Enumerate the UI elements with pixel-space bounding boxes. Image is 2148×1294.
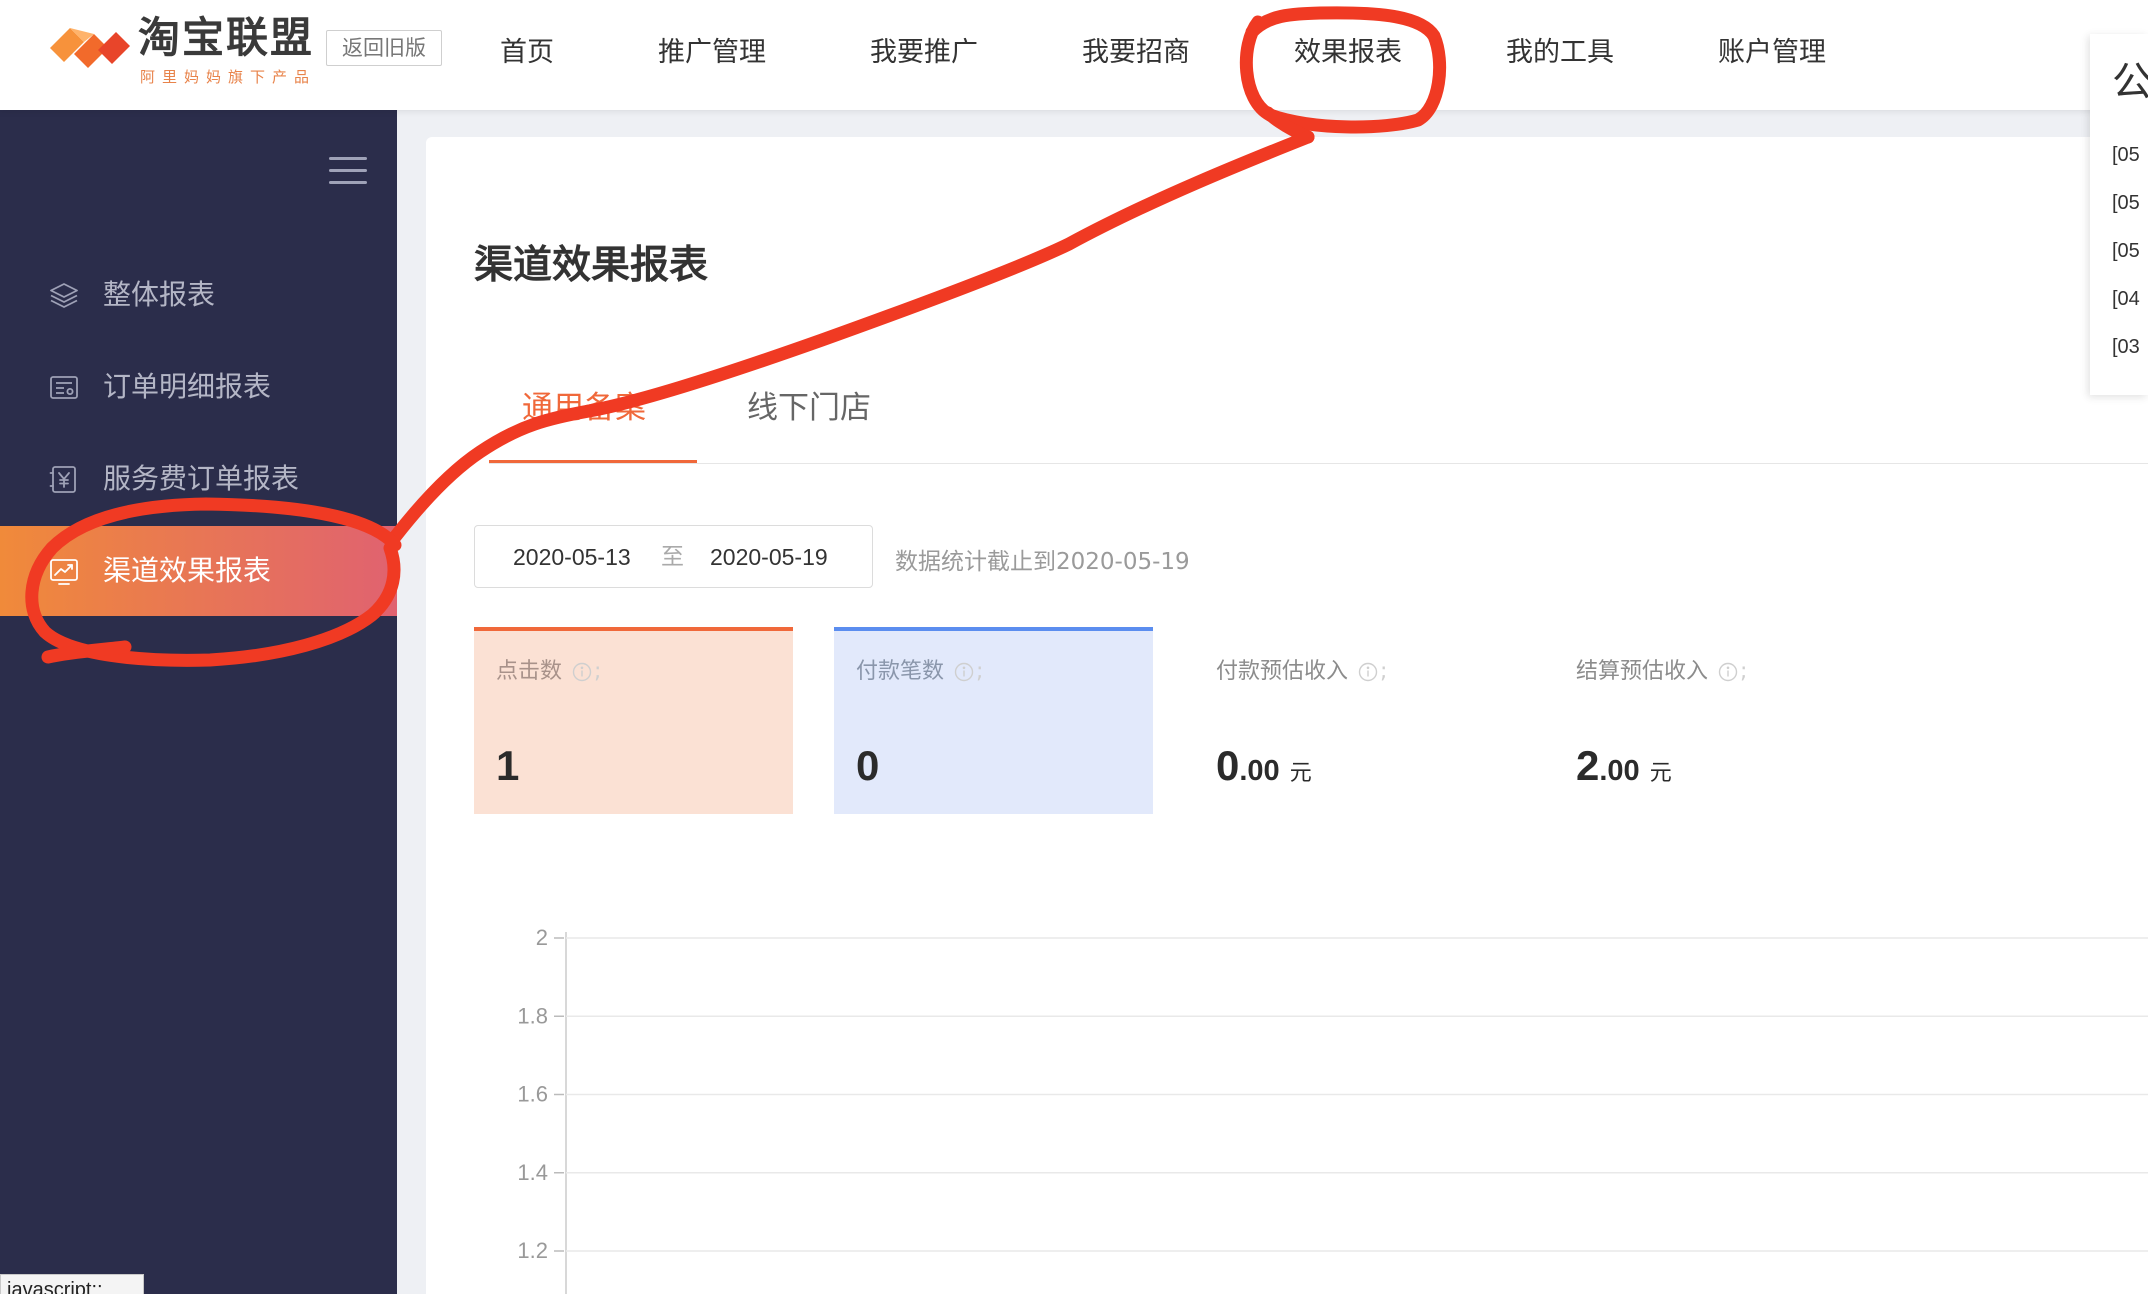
info-icon[interactable] [954, 662, 974, 682]
sidebar-item-overall-report[interactable]: 整体报表 [0, 250, 397, 340]
nav-item-home[interactable]: 首页 [500, 30, 554, 69]
layers-icon [50, 283, 78, 308]
active-tab-indicator [489, 460, 697, 463]
stat-value-integer: 1 [496, 742, 520, 789]
sidebar: 整体报表 订单明细报表 服务费订单报表 渠道效果报表 [0, 110, 397, 1294]
date-range-separator: 至 [661, 544, 684, 570]
stat-value: 1 [496, 741, 519, 801]
date-range-end[interactable]: 2020-05-19 [710, 543, 828, 571]
nav-item-promotion-management[interactable]: 推广管理 [658, 30, 766, 69]
stat-label: 结算预估收入 [1576, 659, 1709, 684]
announcement-item[interactable]: [05 [2112, 237, 2140, 285]
stat-value: 0.00 元 [1216, 741, 1312, 801]
stat-label-row: 付款预估收入 ; [1216, 657, 1387, 687]
announcement-title: 公 [2112, 59, 2148, 105]
logo-title: 淘宝联盟 [138, 13, 315, 62]
stat-value-unit: 元 [1289, 761, 1312, 786]
stat-label-row: 付款笔数 ; [856, 657, 983, 687]
sidebar-item-channel-performance-report[interactable]: 渠道效果报表 [0, 526, 397, 616]
stat-card-payment-count[interactable]: 付款笔数 ; 0 [834, 627, 1153, 814]
yen-receipt-icon [49, 466, 76, 493]
page-title: 渠道效果报表 [474, 243, 709, 288]
y-tick-label: 1.8 [517, 1003, 548, 1028]
taobao-alliance-logo[interactable]: 淘宝联盟 阿里妈妈旗下产品 [48, 14, 320, 86]
sidebar-item-label: 整体报表 [103, 278, 216, 311]
hamburger-menu-icon[interactable] [329, 157, 367, 184]
tab-offline-stores[interactable]: 线下门店 [747, 389, 871, 427]
stat-value-decimal: .00 [1599, 755, 1640, 787]
status-bar-url: javascript:; [7, 1279, 103, 1294]
return-old-version-button[interactable]: 返回旧版 [326, 30, 442, 66]
order-detail-icon [50, 376, 78, 399]
stat-value-decimal: .00 [1239, 755, 1280, 787]
stat-label: 点击数 [496, 659, 563, 684]
announcement-item[interactable]: [03 [2112, 333, 2140, 381]
stat-label-suffix: ; [594, 659, 602, 684]
trend-chart-icon [50, 559, 78, 585]
announcement-item[interactable]: [04 [2112, 285, 2140, 333]
info-icon[interactable] [1718, 662, 1738, 682]
info-icon[interactable] [1358, 662, 1378, 682]
announcement-item[interactable]: [05 [2112, 189, 2140, 237]
nav-item-my-tools[interactable]: 我的工具 [1506, 30, 1614, 69]
stat-value: 2.00 元 [1576, 741, 1672, 801]
stat-label-suffix: ; [976, 659, 984, 684]
nav-item-merchant-recruitment[interactable]: 我要招商 [1082, 30, 1190, 69]
stat-value: 0 [856, 741, 879, 801]
sidebar-item-label: 渠道效果报表 [103, 554, 272, 587]
stat-card-estimated-payment-income[interactable]: 付款预估收入 ; 0.00 元 [1194, 627, 1513, 814]
sidebar-item-label: 订单明细报表 [103, 370, 272, 403]
report-card: 渠道效果报表 通用备案 线下门店 2020-05-13 至 2020-05-19… [426, 137, 2148, 1294]
y-tick-label: 1.4 [517, 1160, 548, 1185]
sidebar-item-label: 服务费订单报表 [103, 462, 300, 495]
top-nav-bar: 淘宝联盟 阿里妈妈旗下产品 返回旧版 首页 推广管理 我要推广 我要招商 效果报… [0, 0, 2148, 110]
stat-value-unit: 元 [1649, 761, 1672, 786]
announcement-item[interactable]: [05 [2112, 141, 2140, 189]
stat-label-suffix: ; [1740, 659, 1748, 684]
stat-label-row: 点击数 ; [496, 657, 601, 687]
y-tick-label: 1.2 [517, 1238, 548, 1263]
stat-label: 付款笔数 [856, 659, 945, 684]
stat-card-estimated-settlement-income[interactable]: 结算预估收入 ; 2.00 元 [1554, 627, 1873, 814]
tab-divider [489, 463, 2148, 464]
sidebar-item-order-detail-report[interactable]: 订单明细报表 [0, 342, 397, 432]
info-icon[interactable] [572, 662, 592, 682]
stat-card-clicks[interactable]: 点击数 ; 1 [474, 627, 793, 814]
y-tick-label: 1.6 [517, 1082, 548, 1107]
announcement-list: [05 [05 [05 [04 [03 [2112, 141, 2140, 381]
main-nav: 首页 推广管理 我要推广 我要招商 效果报表 我的工具 账户管理 [500, 0, 1826, 98]
date-range-picker[interactable]: 2020-05-13 至 2020-05-19 [474, 525, 873, 588]
stat-value-integer: 0 [1216, 742, 1240, 789]
y-tick-label: 2 [536, 925, 548, 950]
stat-label-suffix: ; [1380, 659, 1388, 684]
tab-general-filing[interactable]: 通用备案 [522, 389, 646, 427]
logo-subtitle: 阿里妈妈旗下产品 [140, 68, 317, 86]
trend-chart[interactable]: 2 1.8 1.6 1.4 1.2 [426, 902, 2148, 1294]
date-range-start[interactable]: 2020-05-13 [513, 543, 631, 571]
stat-label-row: 结算预估收入 ; [1576, 657, 1747, 687]
annotation-connector [1261, 106, 1315, 144]
sidebar-item-service-fee-order-report[interactable]: 服务费订单报表 [0, 434, 397, 524]
nav-item-account-management[interactable]: 账户管理 [1718, 30, 1826, 69]
nav-item-promote[interactable]: 我要推广 [870, 30, 978, 69]
stat-value-integer: 2 [1576, 742, 1600, 789]
announcement-panel: 公 [05 [05 [05 [04 [03 [2090, 34, 2148, 395]
stat-value-integer: 0 [856, 742, 880, 789]
stat-label: 付款预估收入 [1216, 659, 1349, 684]
nav-item-performance-reports[interactable]: 效果报表 [1294, 30, 1402, 69]
logo-mark-icon [50, 28, 130, 68]
data-cutoff-note: 数据统计截止到2020-05-19 [895, 549, 1190, 575]
browser-status-bar: javascript:; [0, 1274, 144, 1294]
